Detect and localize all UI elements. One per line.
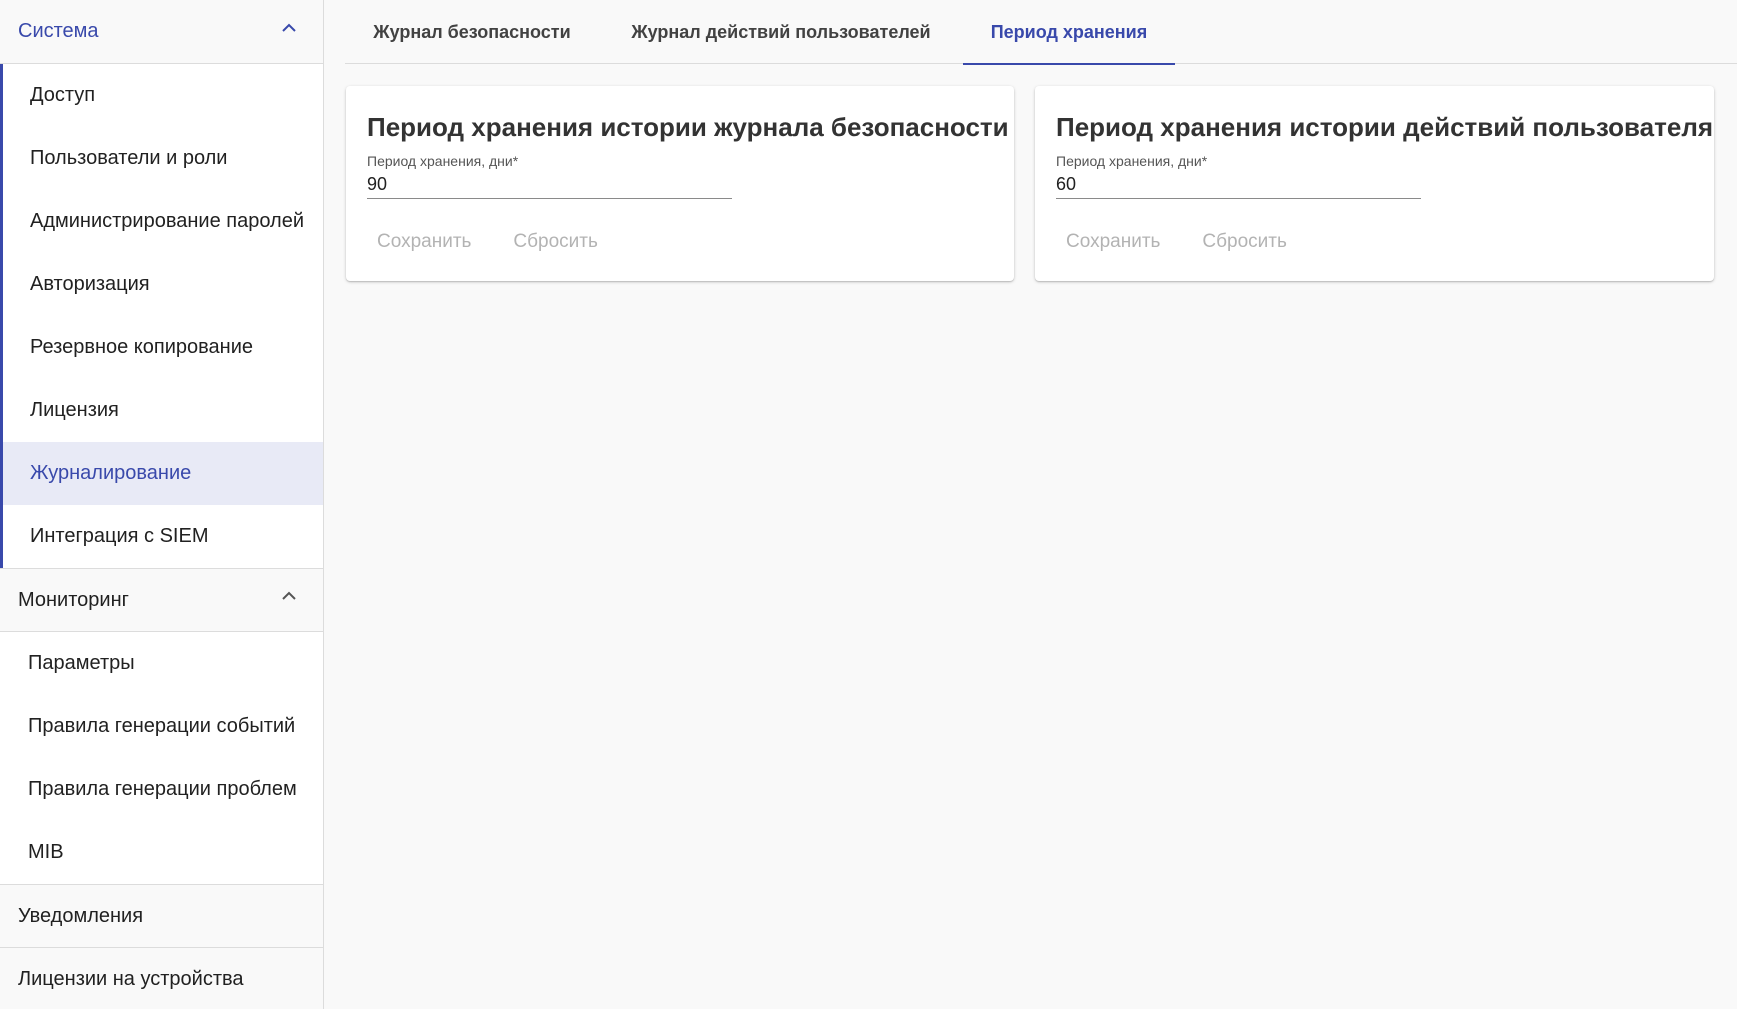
tab-bar: Журнал безопасности Журнал действий поль… [345, 0, 1737, 65]
sidebar-item-mib[interactable]: MIB [0, 821, 323, 884]
sidebar-sublist-monitoring: Параметры Правила генерации событий Прав… [0, 632, 323, 884]
security-log-retention-card: Период хранения истории журнала безопасн… [346, 86, 1014, 281]
sidebar-group-monitoring[interactable]: Мониторинг [0, 568, 323, 632]
sidebar-sublist-sistema: Доступ Пользователи и роли Администриров… [0, 64, 323, 568]
sidebar-item-logging[interactable]: Журналирование [3, 442, 323, 505]
save-button[interactable]: Сохранить [357, 222, 491, 262]
chevron-up-icon[interactable] [279, 586, 299, 606]
reset-button[interactable]: Сбросить [493, 222, 617, 262]
card-title: Период хранения истории журнала безопасн… [367, 112, 1009, 142]
retention-field: Период хранения, дни* [367, 153, 732, 199]
app-root: Система Доступ Пользователи и роли Админ… [0, 0, 1737, 1009]
tab-security-log[interactable]: Журнал безопасности [345, 0, 599, 64]
sidebar-group-notifications[interactable]: Уведомления [0, 884, 323, 948]
sidebar-item-label: Авторизация [30, 273, 150, 295]
sidebar-group-label: Уведомления [18, 904, 144, 927]
sidebar-item-label: Резервное копирование [30, 336, 254, 358]
sidebar-item-password-admin[interactable]: Администрирование паролей [3, 190, 323, 253]
reset-button[interactable]: Сбросить [1182, 222, 1306, 262]
sidebar-group-sistema[interactable]: Система [0, 0, 323, 64]
sidebar-group-label: Мониторинг [18, 588, 129, 611]
retention-days-input[interactable] [367, 169, 732, 199]
user-actions-retention-card: Период хранения истории действий пользов… [1035, 86, 1714, 281]
sidebar-item-label: Пользователи и роли [30, 147, 228, 169]
tab-label: Журнал безопасности [373, 21, 571, 42]
sidebar-item-backup[interactable]: Резервное копирование [3, 316, 323, 379]
field-label: Период хранения, дни* [367, 153, 519, 169]
chevron-up-icon[interactable] [279, 18, 299, 38]
retention-days-input[interactable] [1056, 169, 1421, 199]
tab-retention-period[interactable]: Период хранения [963, 0, 1175, 65]
tab-label: Журнал действий пользователей [631, 21, 931, 42]
card-actions: Сохранить Сбросить [1046, 222, 1307, 262]
card-title: Период хранения истории действий пользов… [1056, 112, 1714, 142]
main-content: Журнал безопасности Журнал действий поль… [325, 0, 1737, 1009]
sidebar-item-license[interactable]: Лицензия [3, 379, 323, 442]
save-button[interactable]: Сохранить [1046, 222, 1180, 262]
sidebar-item-problem-rules[interactable]: Правила генерации проблем [0, 758, 323, 821]
sidebar-item-users-roles[interactable]: Пользователи и роли [3, 127, 323, 190]
sidebar-item-authorization[interactable]: Авторизация [3, 253, 323, 316]
sidebar-group-label: Лицензии на устройства [18, 968, 244, 990]
retention-field: Период хранения, дни* [1056, 153, 1421, 199]
sidebar-group-device-licenses[interactable]: Лицензии на устройства [0, 948, 323, 1009]
sidebar-item-dostup[interactable]: Доступ [3, 64, 323, 127]
sidebar-group-label: Система [18, 20, 99, 42]
sidebar-item-parameters[interactable]: Параметры [0, 632, 323, 695]
tab-label: Период хранения [990, 21, 1148, 42]
sidebar-item-label: Правила генерации проблем [28, 778, 297, 800]
sidebar-item-label: Администрирование паролей [30, 210, 304, 232]
tab-user-actions-log[interactable]: Журнал действий пользователей [599, 0, 963, 64]
sidebar-item-event-rules[interactable]: Правила генерации событий [0, 695, 323, 758]
sidebar-item-label: Журналирование [30, 462, 192, 484]
sidebar-item-label: Лицензия [30, 399, 119, 421]
sidebar-item-label: Параметры [28, 652, 135, 674]
sidebar: Система Доступ Пользователи и роли Админ… [0, 0, 324, 1009]
sidebar-item-siem[interactable]: Интеграция с SIEM [3, 505, 323, 568]
sidebar-item-label: MIB [28, 841, 64, 863]
card-actions: Сохранить Сбросить [357, 222, 618, 262]
sidebar-item-label: Правила генерации событий [28, 715, 296, 737]
sidebar-item-label: Доступ [30, 84, 96, 106]
field-label: Период хранения, дни* [1056, 153, 1208, 169]
sidebar-item-label: Интеграция с SIEM [30, 525, 209, 547]
